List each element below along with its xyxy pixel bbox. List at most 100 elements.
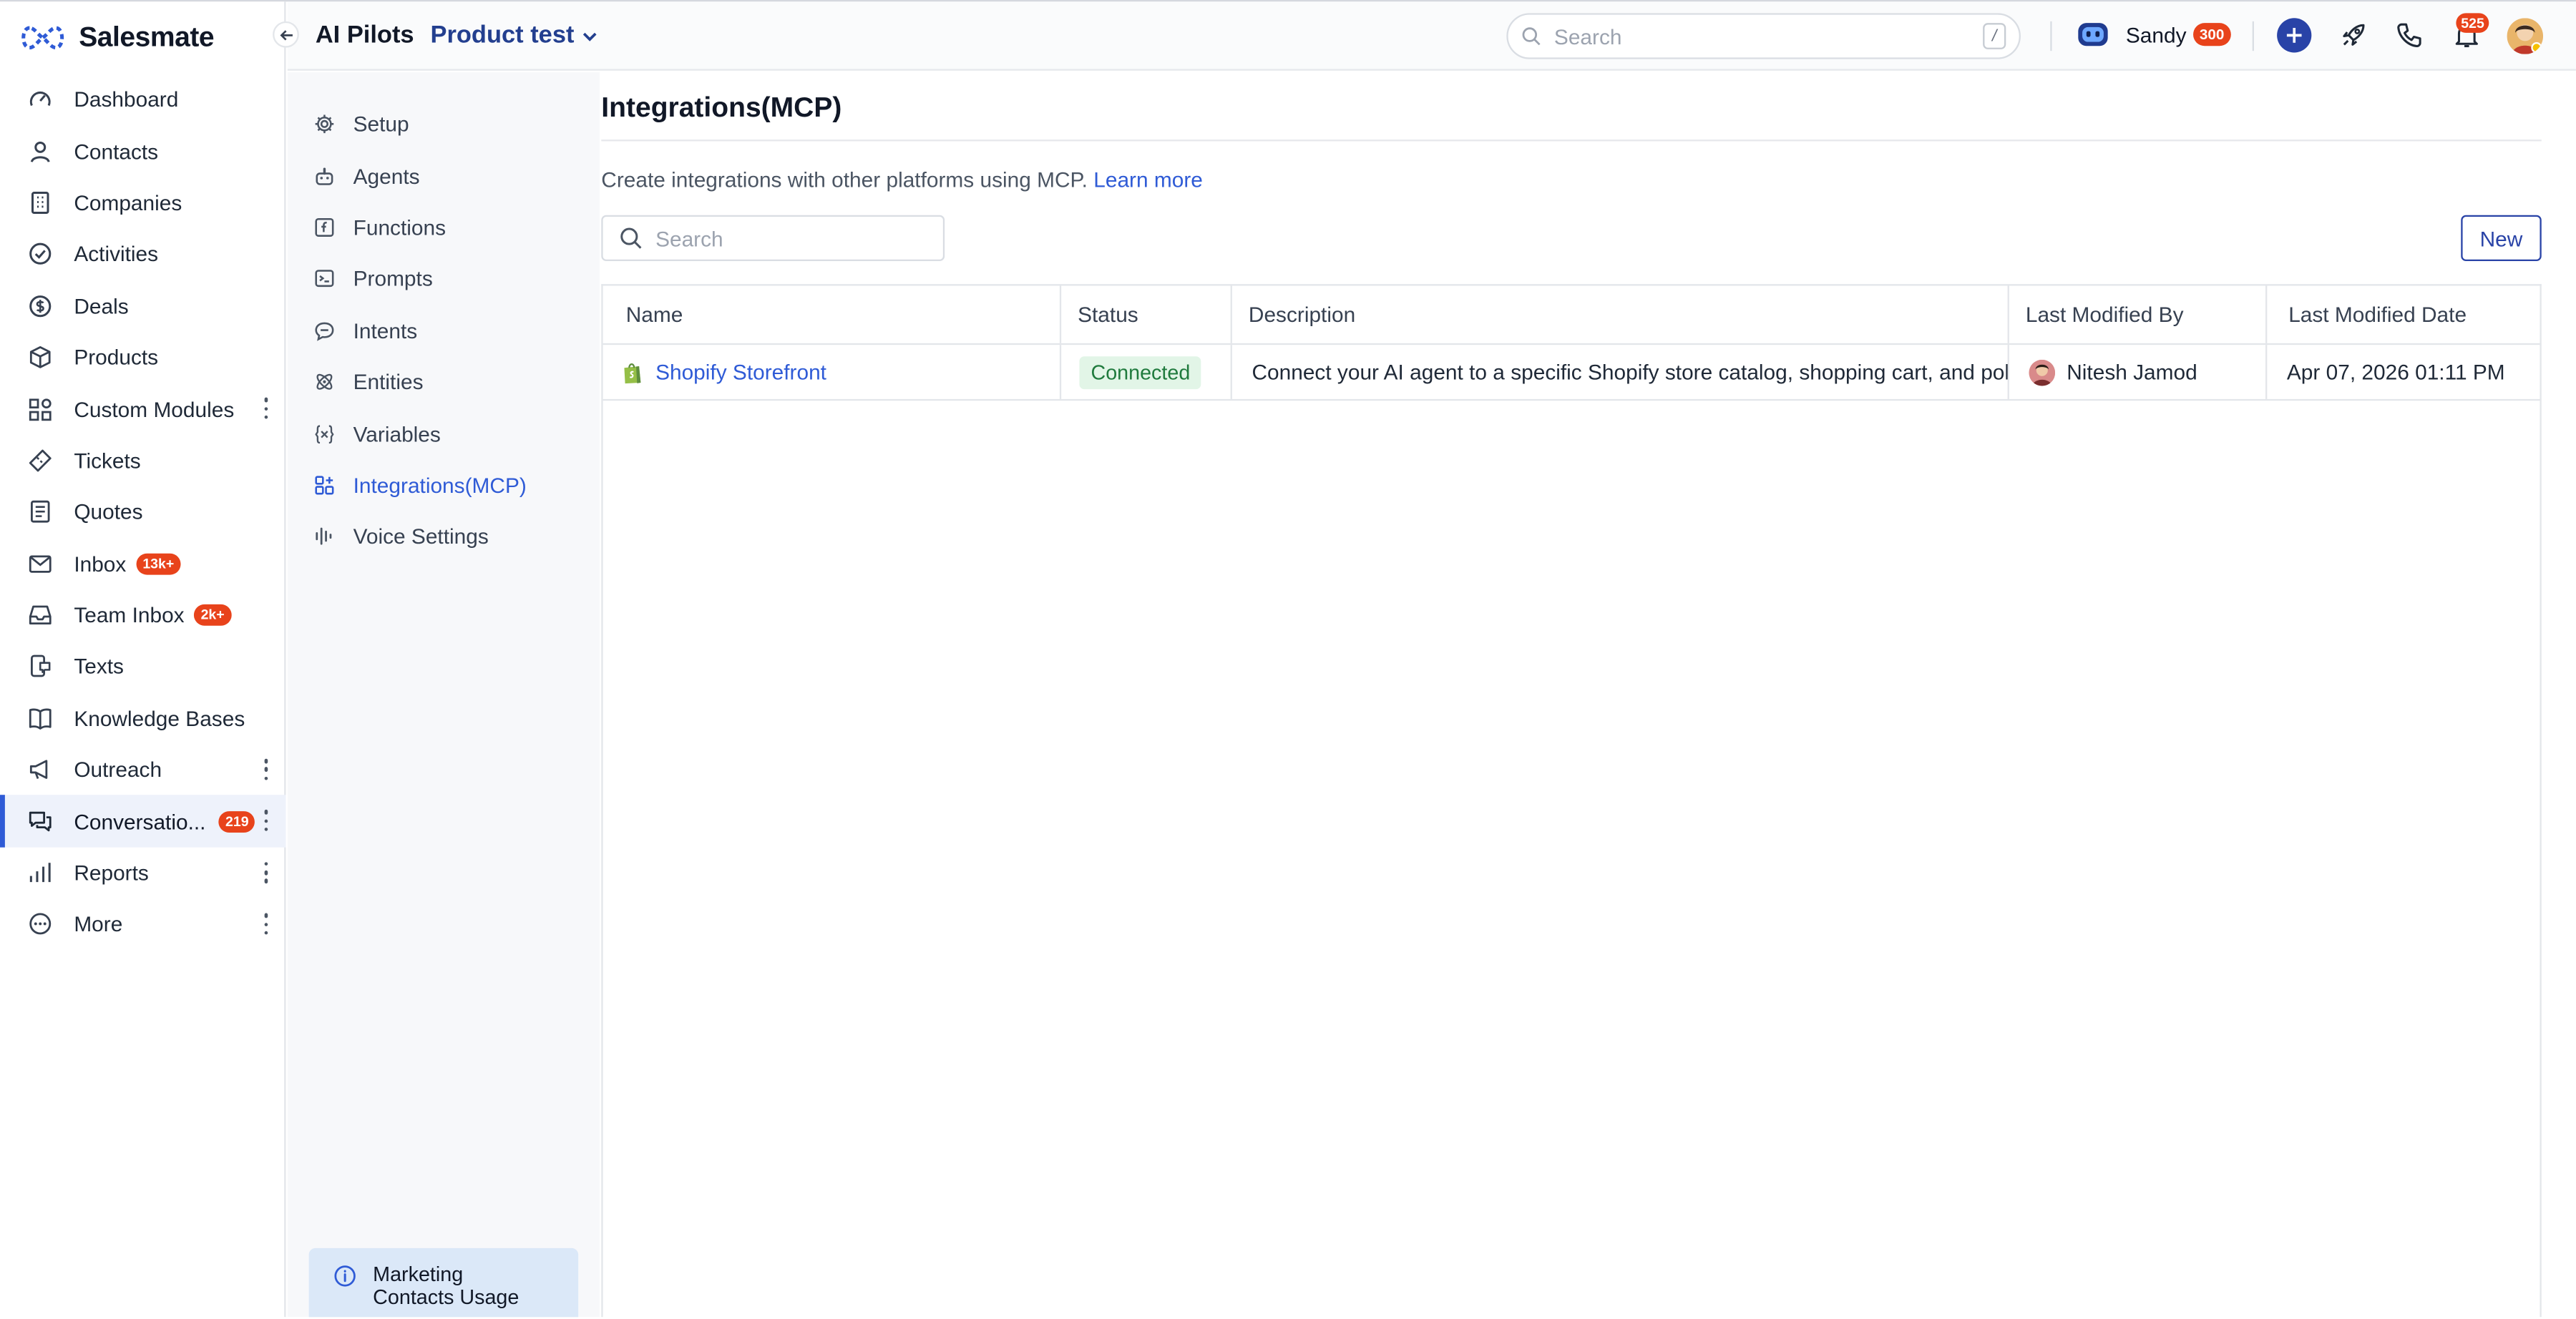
- subnav-item-prompts[interactable]: Prompts: [288, 253, 600, 305]
- more-options-icon[interactable]: [263, 913, 269, 935]
- sidebar-item-products[interactable]: Products: [0, 332, 286, 383]
- column-header-name[interactable]: Name: [626, 285, 1060, 343]
- more-options-icon[interactable]: [263, 810, 269, 832]
- column-header-status[interactable]: Status: [1059, 285, 1232, 343]
- main-content: Integrations(MCP) Create integrations wi…: [601, 72, 2576, 1318]
- collapse-sidebar-button[interactable]: [273, 21, 299, 48]
- sidebar-item-knowledge-bases[interactable]: Knowledge Bases: [0, 692, 286, 744]
- search-placeholder: Search: [655, 225, 723, 251]
- avatar: [2029, 358, 2056, 386]
- new-integration-button[interactable]: New: [2461, 215, 2542, 262]
- sidebar-item-team-inbox[interactable]: Team Inbox 2k+: [0, 589, 286, 641]
- sidebar-item-label: Team Inbox: [74, 602, 185, 628]
- sidebar-item-label: Companies: [74, 190, 182, 215]
- sms-icon: [31, 655, 51, 678]
- project-name: Product test: [430, 21, 575, 49]
- phone-icon[interactable]: [2395, 21, 2423, 49]
- sidebar-item-label: Contacts: [74, 139, 159, 164]
- column-header-last-modified-by[interactable]: Last Modified By: [2007, 285, 2265, 343]
- main-sidebar: Salesmate Dashboard Contacts Companies A…: [0, 1, 286, 1318]
- sidebar-item-label: Activities: [74, 242, 159, 267]
- sidebar-item-deals[interactable]: Deals: [0, 280, 286, 332]
- sidebar-item-tickets[interactable]: Tickets: [0, 435, 286, 486]
- more-options-icon[interactable]: [263, 398, 269, 420]
- mail-icon: [29, 554, 52, 573]
- status-badge: Connected: [1079, 356, 1202, 388]
- subnav-item-integrations-mcp[interactable]: Integrations(MCP): [288, 459, 600, 511]
- header-divider: [2252, 21, 2254, 52]
- subnav-item-agents[interactable]: Agents: [288, 150, 600, 202]
- subnav-item-entities[interactable]: Entities: [288, 356, 600, 408]
- subnav-item-setup[interactable]: Setup: [288, 99, 600, 150]
- cube-icon: [29, 346, 51, 369]
- sidebar-item-outreach[interactable]: Outreach: [0, 744, 286, 795]
- brand-name: Salesmate: [79, 21, 215, 53]
- subnav-item-variables[interactable]: Variables: [288, 408, 600, 459]
- subnav-item-functions[interactable]: Functions: [288, 202, 600, 253]
- integration-name-link[interactable]: Shopify Storefront: [655, 360, 826, 384]
- sidebar-item-label: Conversatio...: [74, 809, 206, 834]
- terminal-icon: [315, 270, 334, 288]
- grid-icon: [29, 398, 52, 421]
- modified-by-name: Nitesh Jamod: [2067, 359, 2197, 385]
- sidebar-item-inbox[interactable]: Inbox 13k+: [0, 538, 286, 589]
- user-name: Sandy: [2125, 21, 2187, 47]
- marketing-contacts-usage-card[interactable]: Marketing Contacts Usage: [308, 1247, 579, 1318]
- sidebar-item-contacts[interactable]: Contacts: [0, 125, 286, 177]
- page-title: Integrations(MCP): [601, 92, 842, 124]
- variable-icon: [315, 424, 334, 443]
- subnav-item-label: Setup: [353, 112, 409, 137]
- sidebar-item-custom-modules[interactable]: Custom Modules: [0, 383, 286, 435]
- page-description: Create integrations with other platforms…: [601, 167, 1203, 192]
- sidebar-item-more[interactable]: More: [0, 898, 286, 950]
- user-photo-icon: [2029, 358, 2056, 386]
- search-icon: [620, 227, 642, 249]
- column-header-last-modified-date[interactable]: Last Modified Date: [2265, 285, 2540, 343]
- info-icon: [334, 1265, 356, 1287]
- info-card-line2: Contacts Usage: [373, 1285, 519, 1309]
- row-name-cell: Shopify Storefront: [623, 345, 1060, 399]
- sidebar-item-companies[interactable]: Companies: [0, 177, 286, 228]
- sidebar-item-reports[interactable]: Reports: [0, 847, 286, 898]
- integration-search-input[interactable]: Search: [601, 215, 945, 262]
- project-selector[interactable]: Product test: [431, 21, 597, 49]
- rocket-icon[interactable]: [2339, 21, 2367, 49]
- subnav-item-label: Intents: [353, 318, 418, 343]
- quick-add-button[interactable]: [2277, 18, 2312, 53]
- row-description-cell: Connect your AI agent to a specific Shop…: [1230, 345, 2009, 399]
- team-inbox-count-badge: 2k+: [194, 604, 231, 626]
- conversations-count-badge: 219: [218, 810, 255, 833]
- subnav-item-voice-settings[interactable]: Voice Settings: [288, 511, 600, 562]
- function-icon: [315, 217, 334, 237]
- sidebar-item-texts[interactable]: Texts: [0, 641, 286, 692]
- more-circle-icon: [29, 913, 52, 936]
- user-avatar[interactable]: [2507, 18, 2544, 54]
- subnav-item-label: Voice Settings: [353, 524, 489, 549]
- sidebar-item-activities[interactable]: Activities: [0, 229, 286, 280]
- sidebar-item-label: Inbox: [74, 551, 127, 577]
- sidebar-item-dashboard[interactable]: Dashboard: [0, 74, 286, 125]
- app-root: Salesmate Dashboard Contacts Companies A…: [0, 0, 2576, 1318]
- subnav-item-label: Variables: [353, 421, 441, 446]
- bot-avatar-icon: [2078, 23, 2108, 46]
- brand[interactable]: Salesmate: [20, 18, 215, 57]
- sidebar-item-label: Products: [74, 345, 159, 370]
- agent-chip[interactable]: Sandy 300: [2077, 20, 2231, 49]
- column-header-description[interactable]: Description: [1230, 285, 2009, 343]
- search-shortcut-key: /: [1983, 23, 2006, 49]
- document-icon: [31, 501, 50, 524]
- table-header: Name Status Description Last Modified By…: [602, 285, 2540, 345]
- learn-more-link[interactable]: Learn more: [1093, 167, 1203, 192]
- user-icon: [30, 140, 50, 162]
- subnav-item-intents[interactable]: Intents: [288, 305, 600, 356]
- sidebar-item-quotes[interactable]: Quotes: [0, 486, 286, 538]
- table-row[interactable]: Shopify Storefront Connected Connect you…: [602, 345, 2540, 401]
- sidebar-item-conversations[interactable]: Conversatio... 219: [0, 795, 286, 848]
- subnav-item-label: Integrations(MCP): [353, 473, 527, 498]
- modified-date: Apr 07, 2026 01:11 PM: [2286, 359, 2505, 385]
- sidebar-nav: Dashboard Contacts Companies Activities …: [0, 74, 286, 950]
- row-description-text: Connect your AI agent to a specific Shop…: [1252, 359, 2009, 385]
- more-options-icon[interactable]: [263, 758, 269, 780]
- more-options-icon[interactable]: [263, 862, 269, 883]
- global-search[interactable]: Search /: [1506, 13, 2021, 59]
